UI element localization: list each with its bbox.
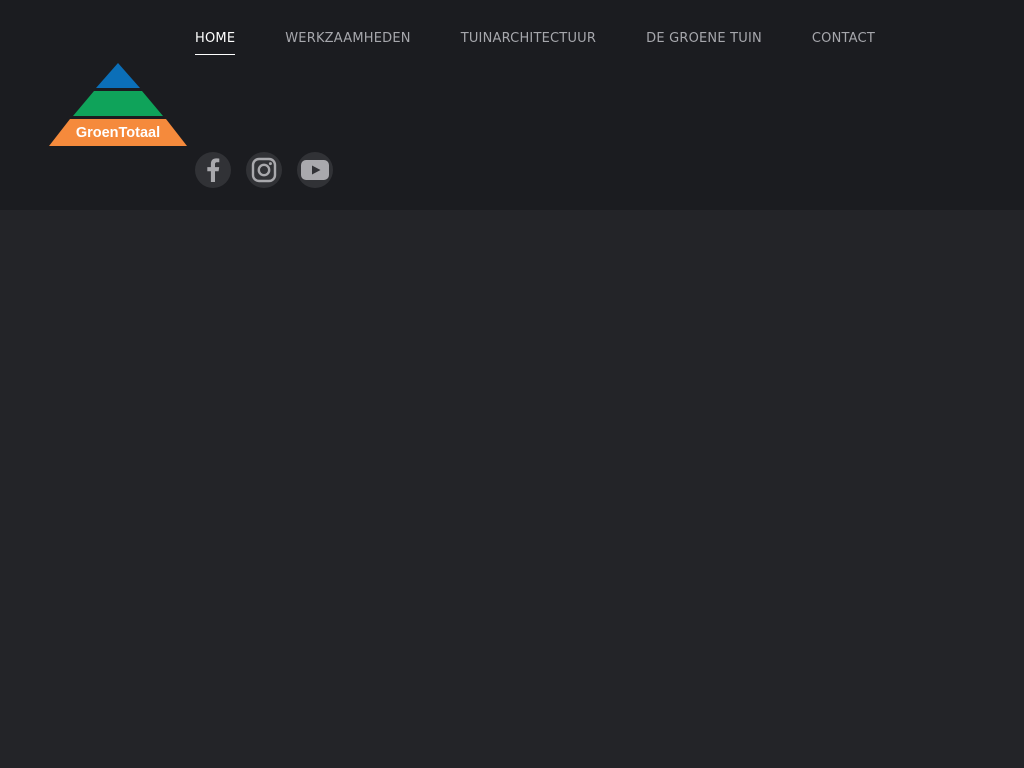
logo-text: GroenTotaal bbox=[76, 125, 160, 141]
nav-item-werkzaamheden[interactable]: WERKZAAMHEDEN bbox=[285, 30, 410, 54]
site-logo[interactable]: GroenTotaal bbox=[48, 62, 188, 148]
site-header: GroenTotaal HOME WERKZAAMHEDEN TUINARCHI… bbox=[0, 0, 1024, 210]
nav-item-contact[interactable]: CONTACT bbox=[812, 30, 875, 54]
groentotaal-logo-icon: GroenTotaal bbox=[49, 63, 187, 146]
main-content bbox=[0, 210, 1024, 768]
main-navigation: HOME WERKZAAMHEDEN TUINARCHITECTUUR DE G… bbox=[195, 30, 875, 60]
social-links bbox=[195, 152, 333, 188]
instagram-link[interactable] bbox=[246, 152, 282, 188]
instagram-icon bbox=[251, 157, 277, 183]
youtube-icon bbox=[301, 160, 329, 180]
facebook-link[interactable] bbox=[195, 152, 231, 188]
nav-item-tuinarchitectuur[interactable]: TUINARCHITECTUUR bbox=[461, 30, 596, 54]
nav-item-de-groene-tuin[interactable]: DE GROENE TUIN bbox=[646, 30, 762, 54]
facebook-icon bbox=[207, 158, 220, 182]
youtube-link[interactable] bbox=[297, 152, 333, 188]
nav-item-home[interactable]: HOME bbox=[195, 30, 236, 55]
